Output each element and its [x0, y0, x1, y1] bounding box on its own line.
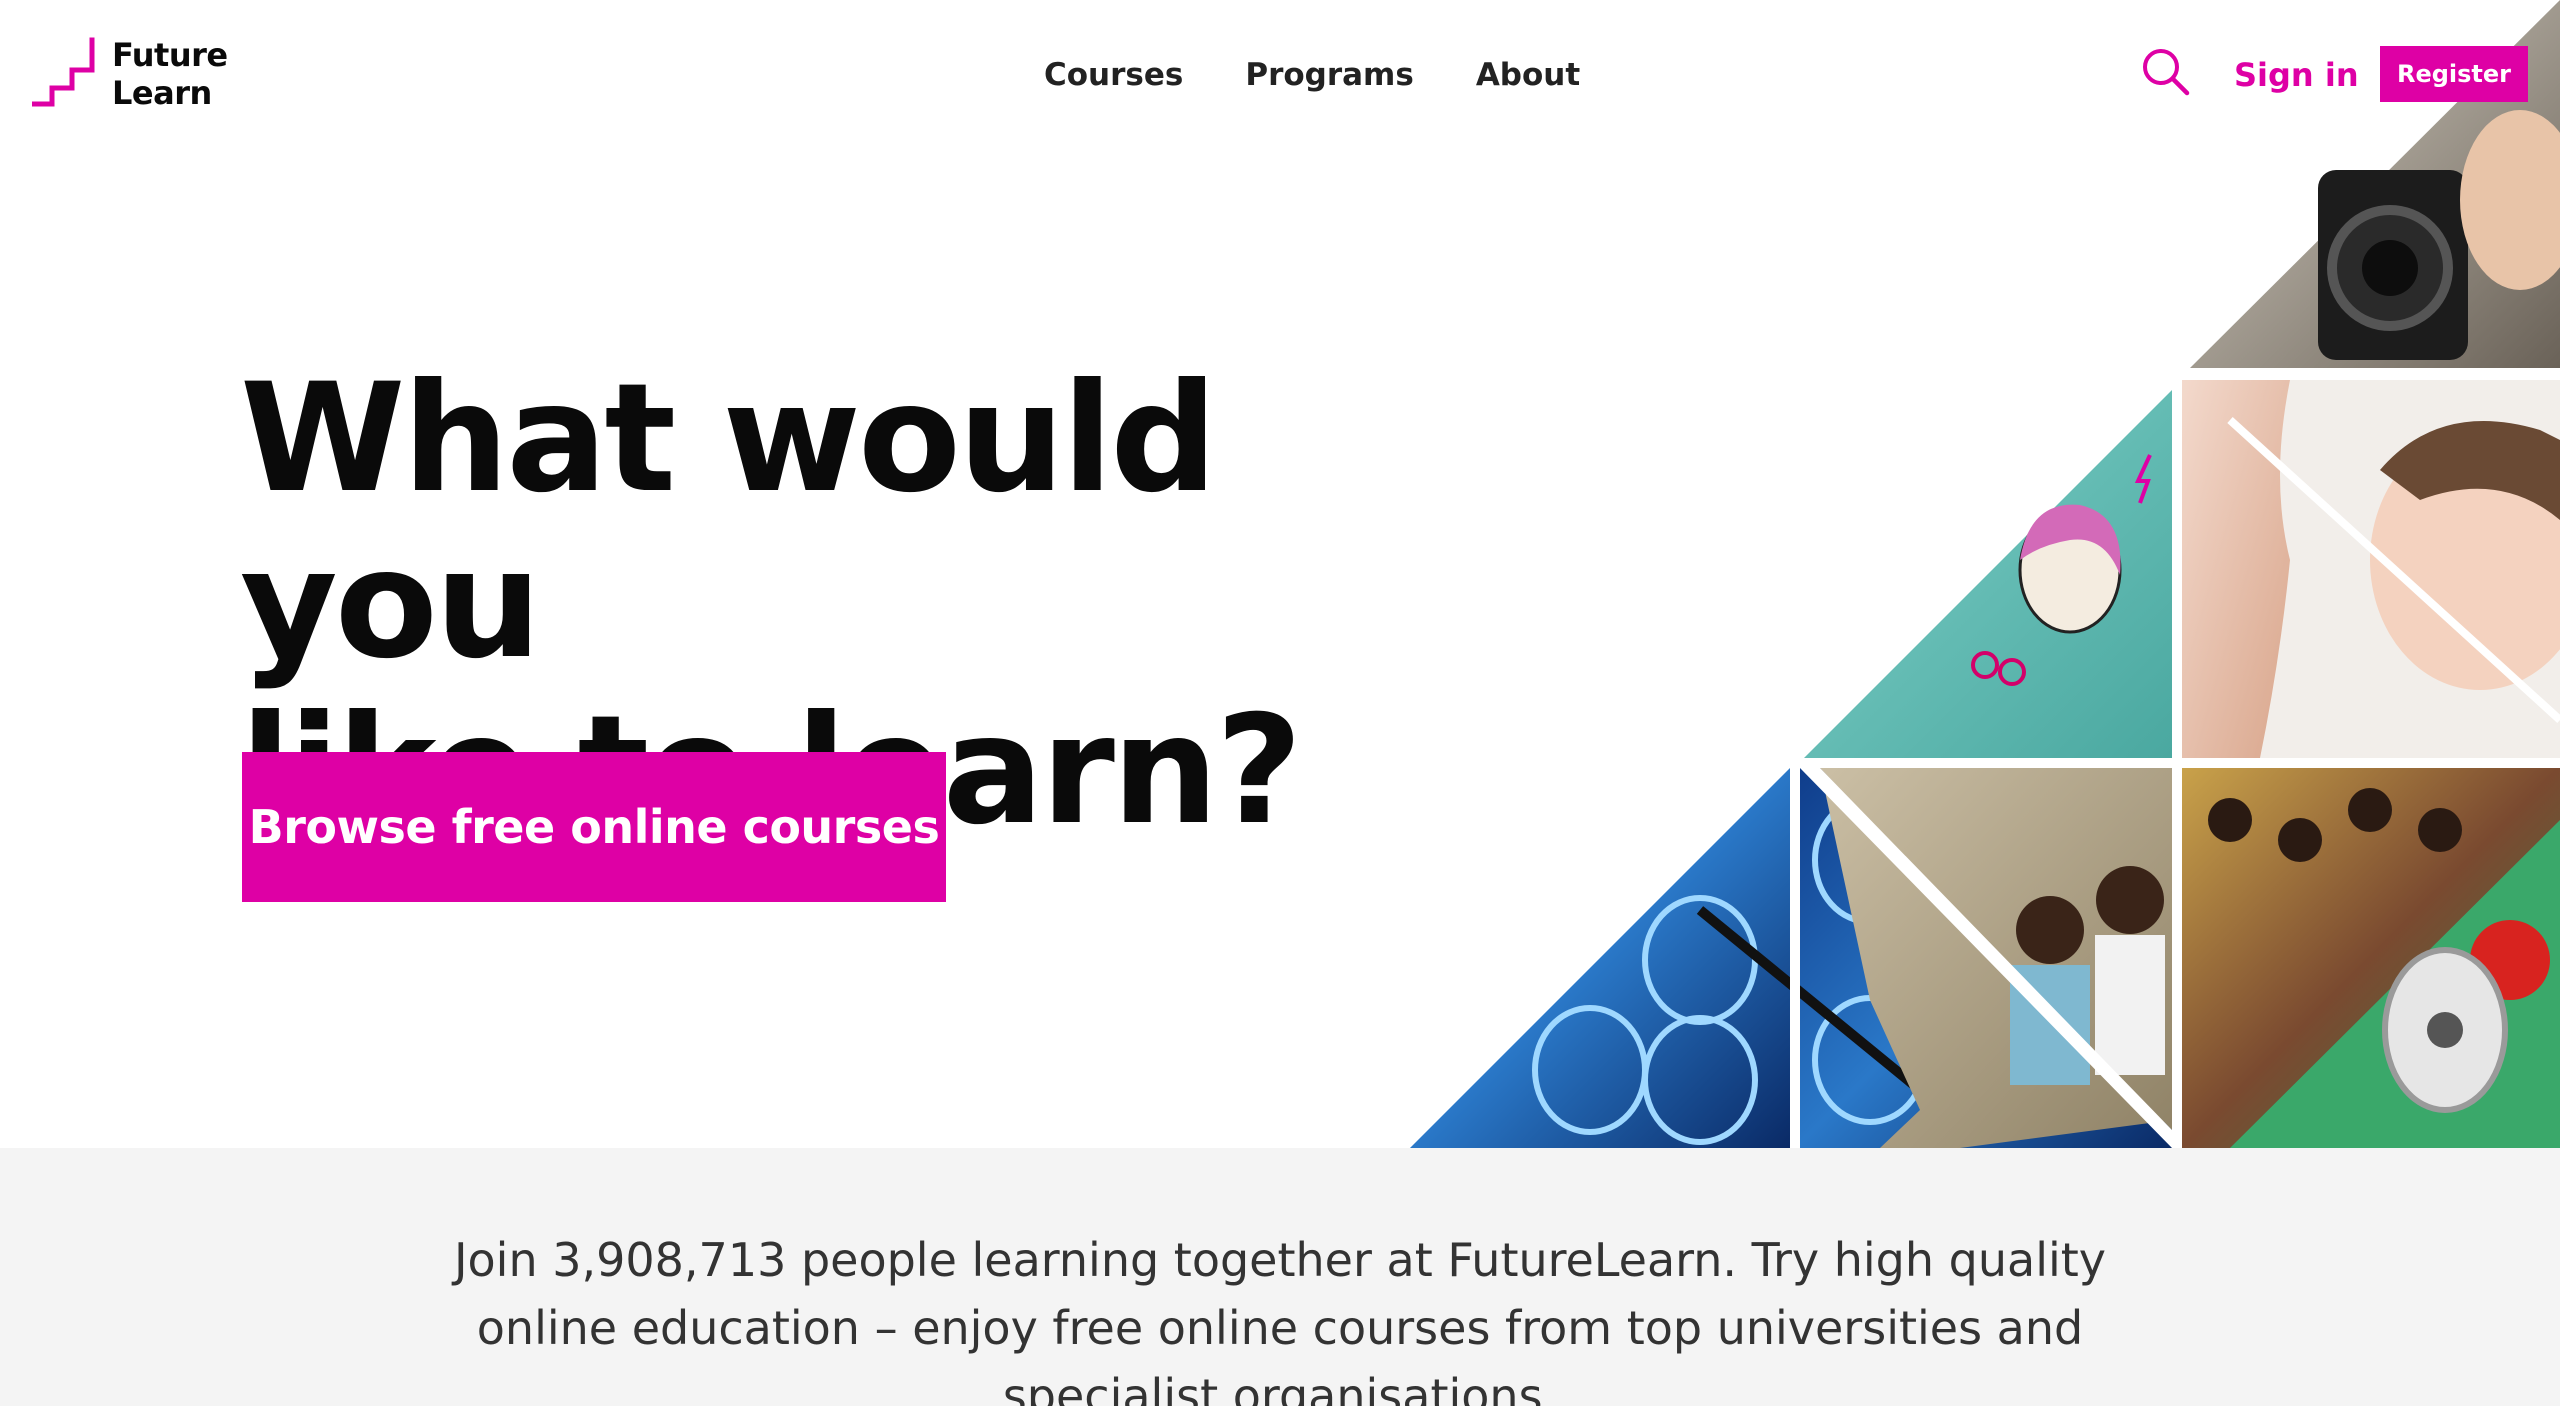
hero-photo-mosaic [1410, 0, 2560, 1148]
nav-item-about[interactable]: About [1476, 52, 1580, 98]
nav-item-programs[interactable]: Programs [1245, 52, 1413, 98]
sign-in-link[interactable]: Sign in [2234, 52, 2359, 98]
logo-word-future: Future [112, 36, 228, 74]
logo-wordmark: Future Learn [112, 36, 228, 112]
megaphone-photo [2182, 768, 2560, 1148]
hero-section: What would you like to learn? Browse fre… [0, 0, 2560, 1148]
logo-word-learn: Learn [112, 74, 212, 112]
main-nav: Courses Programs About [1044, 52, 1580, 98]
nav-item-courses[interactable]: Courses [1044, 52, 1183, 98]
register-button[interactable]: Register [2380, 46, 2528, 102]
staircase-logo-icon [32, 37, 95, 107]
browse-courses-button[interactable]: Browse free online courses [242, 752, 946, 902]
search-icon [2143, 49, 2190, 96]
cartoon-illustration-photo [1804, 390, 2172, 758]
futurelearn-logo[interactable]: Future Learn [32, 36, 242, 112]
intro-text: Join 3,908,713 people learning together … [453, 1233, 2107, 1406]
mother-and-baby-photo [2182, 380, 2560, 758]
hero-headline-line-1: What would you [240, 352, 1218, 692]
site-header: Future Learn Courses Programs About Sign… [0, 0, 2560, 150]
search-button[interactable] [2140, 46, 2192, 98]
